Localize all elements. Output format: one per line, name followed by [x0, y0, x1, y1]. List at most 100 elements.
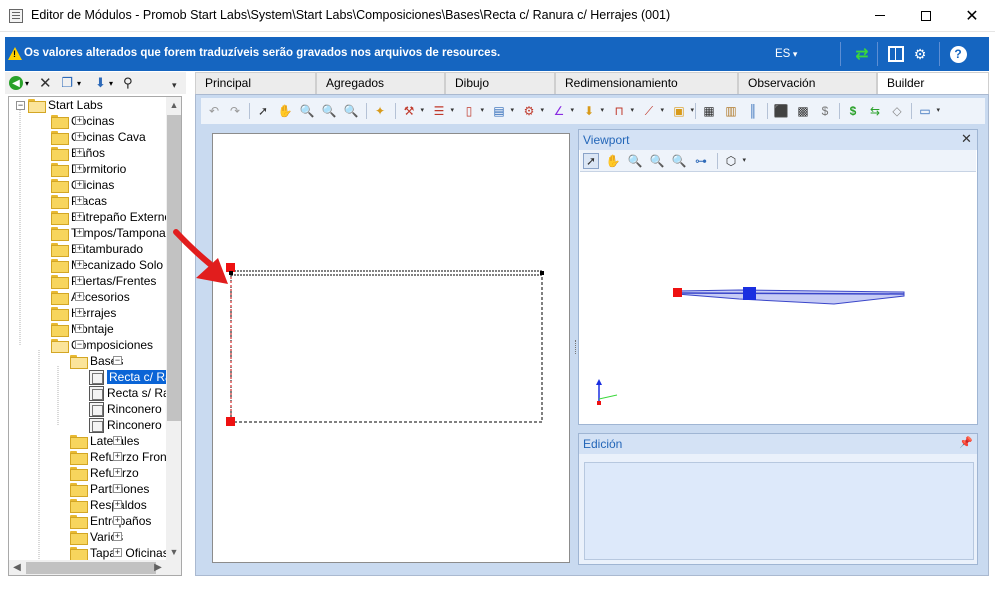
accessory-icon[interactable]: ⚙ [521, 103, 544, 119]
tree-item[interactable]: + Entrepaño Externo [51, 209, 166, 225]
drawing-canvas[interactable] [212, 133, 570, 563]
scroll-down-icon[interactable]: ▼ [166, 544, 181, 560]
tree-item[interactable]: + Varios [70, 529, 123, 545]
new-module-icon[interactable]: ✦ [372, 103, 388, 119]
back-dropdown-icon[interactable]: ▾ [25, 75, 29, 91]
tree-item[interactable]: + Oficinas [51, 177, 114, 193]
tree-item[interactable]: + Entamburado [51, 241, 143, 257]
collapse-icon[interactable]: − [113, 356, 122, 365]
expand-icon[interactable]: + [75, 196, 84, 205]
expand-icon[interactable]: + [75, 228, 84, 237]
collapse-icon[interactable]: ▾ [172, 80, 182, 92]
calculator-icon[interactable]: ▦ [701, 103, 717, 119]
redo-icon[interactable]: ↷ [227, 103, 243, 119]
tree-item[interactable]: +Entrepaños [70, 513, 151, 529]
expand-icon[interactable]: + [75, 132, 84, 141]
tree-item[interactable]: + Dormitorio [51, 161, 126, 177]
viewport-canvas[interactable] [579, 173, 977, 423]
tree-item[interactable]: +Refuerzo [70, 465, 139, 481]
tab-redimensionamiento[interactable]: Redimensionamiento [555, 72, 738, 94]
tab-agregados[interactable]: Agregados [316, 72, 445, 94]
tab-principal[interactable]: Principal [195, 72, 316, 94]
tree-item[interactable]: + Herrajes [51, 305, 116, 321]
expand-icon[interactable]: + [75, 148, 84, 157]
zoom-extents-icon[interactable]: 🔍 [299, 103, 315, 119]
pointer-icon[interactable]: ➚ [255, 103, 271, 119]
grid-icon[interactable]: ▥ [723, 103, 739, 119]
tree-vertical-scrollbar[interactable]: ▲ ▼ [166, 97, 181, 560]
pointer-icon[interactable]: ➚ [583, 153, 599, 169]
resize-handle-bottom-left[interactable] [226, 417, 235, 426]
shelf-icon[interactable]: ☰ [431, 103, 454, 119]
copy-icon[interactable]: ❐ [60, 75, 74, 91]
expand-icon[interactable]: + [113, 436, 122, 445]
money-bag-icon[interactable]: $ [817, 103, 833, 119]
viewport-handle-blue[interactable] [743, 287, 756, 300]
language-selector[interactable]: ES [775, 48, 797, 60]
minimize-button[interactable] [857, 0, 903, 31]
columns-icon[interactable]: ║ [745, 103, 761, 119]
orbit-icon[interactable]: ⊶ [693, 153, 709, 169]
zoom-window-icon[interactable]: 🔍 [343, 103, 359, 119]
tree-item[interactable]: − Composiciones [51, 337, 153, 353]
tree-item[interactable]: − Bases [70, 353, 123, 369]
expand-icon[interactable]: + [75, 180, 84, 189]
tree-item[interactable]: +Particiones [70, 481, 149, 497]
view-cube-icon[interactable]: ⬡ [723, 153, 746, 169]
window-layout-icon[interactable]: ▭ [917, 103, 940, 119]
back-icon[interactable]: ◀ [9, 76, 23, 90]
tree-item[interactable]: + Cocinas Cava [51, 129, 146, 145]
collapse-icon[interactable]: − [16, 100, 25, 110]
expand-icon[interactable]: + [113, 468, 122, 477]
group-icon[interactable]: ▣ [671, 103, 694, 119]
tree-item[interactable]: + Placas [51, 193, 107, 209]
module-3d-shape[interactable] [676, 289, 905, 305]
tree-item-module[interactable]: Rinconero L [89, 401, 166, 417]
maximize-button[interactable] [903, 0, 949, 31]
tree-item-module[interactable]: Recta c/ Ra [89, 369, 166, 385]
tree-item[interactable]: +Respaldos [70, 497, 147, 513]
panel-toggle-button[interactable] [887, 45, 905, 63]
scroll-up-icon[interactable]: ▲ [166, 97, 181, 113]
angle-icon[interactable]: ∠ [551, 103, 574, 119]
expand-icon[interactable]: + [75, 164, 84, 173]
close-button[interactable]: ✕ [949, 0, 995, 31]
scroll-thumb[interactable] [26, 562, 156, 574]
tree-item[interactable]: + Baños [51, 145, 105, 161]
tree-item[interactable]: + Cocinas [51, 113, 114, 129]
expand-icon[interactable]: + [75, 324, 84, 333]
delete-icon[interactable]: ✕ [39, 75, 52, 92]
copy-dropdown-icon[interactable]: ▾ [77, 75, 81, 91]
expand-icon[interactable]: + [75, 276, 84, 285]
hardware-icon[interactable]: ▤ [491, 103, 514, 119]
expand-icon[interactable]: + [75, 212, 84, 221]
side-panel-icon[interactable]: ▯ [461, 103, 484, 119]
viewport-handle-red[interactable] [673, 288, 682, 297]
expand-icon[interactable]: + [113, 500, 122, 509]
expand-icon[interactable]: + [75, 292, 84, 301]
scroll-left-icon[interactable]: ◀ [9, 560, 25, 575]
settings-button[interactable]: ⚙ [911, 45, 929, 63]
tab-observacion[interactable]: Observación [738, 72, 877, 94]
expand-icon[interactable]: + [75, 244, 84, 253]
tree-item-root[interactable]: − Start Labs [16, 97, 103, 113]
expand-icon[interactable]: + [75, 308, 84, 317]
cube-icon[interactable]: ⬛ [773, 103, 789, 119]
zoom-in-icon[interactable]: 🔍 [649, 153, 665, 169]
tree-item-module[interactable]: Rinconero L [89, 417, 166, 433]
hand-icon[interactable]: ✋ [605, 153, 621, 169]
tree-item[interactable]: + Tapas Oficinas [70, 545, 166, 560]
tree-item[interactable]: +Refuerzo Fronta [70, 449, 166, 465]
eraser-icon[interactable]: ◇ [889, 103, 905, 119]
frame-icon[interactable]: ⊓ [611, 103, 634, 119]
collapse-icon[interactable]: − [75, 340, 84, 349]
expand-icon[interactable]: + [113, 484, 122, 493]
box-icon[interactable]: ▩ [795, 103, 811, 119]
help-button[interactable]: ? [949, 45, 967, 63]
refresh-button[interactable]: ⇄ [853, 45, 871, 63]
expand-icon[interactable]: + [113, 516, 122, 525]
tab-dibujo[interactable]: Dibujo [445, 72, 555, 94]
viewport-close-button[interactable]: ✕ [961, 131, 972, 147]
expand-icon[interactable]: + [113, 548, 122, 557]
tree-item[interactable]: + Puertas/Frentes [51, 273, 156, 289]
